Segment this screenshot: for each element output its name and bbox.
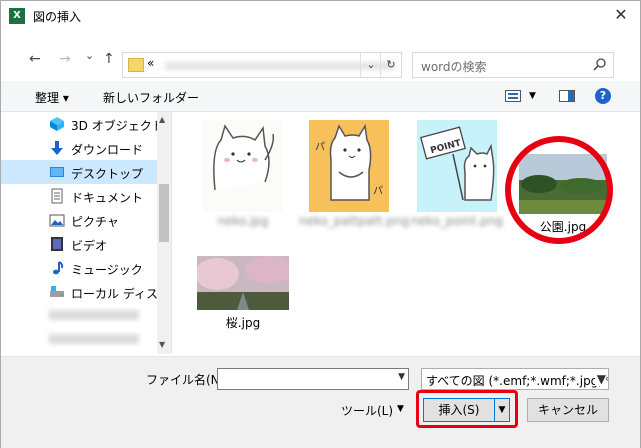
cat-point-thumbnail: POINT [417,120,497,212]
sidebar-item-downloads[interactable]: ダウンロード [1,136,157,160]
title-bar: X 図の挿入 ✕ [1,1,640,31]
navigation-bar: ← → ⌄ ↑ « ⌄ ↻ wordの検索 [1,41,640,78]
file-item[interactable]: パ パ neko_pattpatt.png [299,112,409,228]
sidebar-item-label: ダウンロード [71,143,144,157]
excel-icon: X [9,8,25,24]
highlight-rectangle [416,390,518,428]
file-item[interactable]: 桜.jpg [193,248,293,358]
cat-orange-thumbnail: パ パ [309,120,389,212]
file-name: neko.jpg [217,214,269,228]
blurred-sidebar-item [49,334,139,344]
forward-arrow-icon[interactable]: → [59,51,71,67]
scrollbar-thumb[interactable] [159,184,169,242]
refresh-icon[interactable]: ↻ [380,53,401,77]
sidebar-item-label: デスクトップ [71,167,144,181]
video-icon [51,237,63,251]
back-arrow-icon[interactable]: ← [29,51,41,67]
navigation-pane: 3D オブジェクト ダウンロード デスクトップ ドキュメント ピクチャ ビデオ … [1,112,172,354]
new-folder-button[interactable]: 新しいフォルダー [103,89,199,106]
file-name: 桜.jpg [225,316,261,330]
sidebar-item-3d-objects[interactable]: 3D オブジェクト [1,112,164,136]
desktop-icon [50,167,64,177]
sidebar-item-local-disk[interactable]: ローカル ディスク (C [1,280,171,304]
change-view-icon[interactable] [505,90,521,102]
folder-icon [128,58,144,72]
filename-input[interactable]: ▼ [217,368,409,390]
close-icon[interactable]: ✕ [608,3,634,27]
sidebar-item-label: ビデオ [71,239,108,253]
chevron-down-icon[interactable]: ▼ [594,372,606,386]
view-dropdown-icon[interactable]: ▼ [529,91,536,101]
recent-locations-icon[interactable]: ⌄ [85,49,94,62]
blurred-sidebar-item [49,310,139,320]
preview-pane-icon[interactable] [559,90,575,102]
cancel-button[interactable]: キャンセル [527,398,609,422]
sidebar-item-music[interactable]: ミュージック [1,256,157,280]
sidebar-item-label: ドキュメント [71,191,144,205]
file-type-value: すべての図 (*.emf;*.wmf;*.jpg;*.jp [426,374,609,388]
svg-text:パ: パ [315,141,325,153]
sidebar-item-desktop[interactable]: デスクトップ [1,160,157,184]
up-arrow-icon[interactable]: ↑ [103,51,115,67]
sidebar-item-videos[interactable]: ビデオ [1,232,157,256]
cat-waving-thumbnail [203,120,283,212]
search-icon[interactable] [593,57,607,71]
sidebar-item-documents[interactable]: ドキュメント [1,184,157,208]
scroll-down-icon[interactable]: ▼ [159,340,165,349]
3d-objects-icon [50,117,64,131]
bottom-panel: ファイル名(N): ▼ すべての図 (*.emf;*.wmf;*.jpg;*.j… [1,356,640,448]
dialog-title: 図の挿入 [33,10,82,24]
search-box[interactable]: wordの検索 [412,52,614,78]
sakura-thumbnail [197,256,289,310]
scroll-up-icon[interactable]: ▲ [159,115,165,124]
sidebar-item-label: ピクチャ [71,215,119,229]
tools-button[interactable]: ツール(L) [341,402,393,419]
file-type-select[interactable]: すべての図 (*.emf;*.wmf;*.jpg;*.jp ▼ [421,368,609,390]
sidebar-scrollbar[interactable]: ▲ ▼ [157,112,171,354]
music-icon [53,261,64,275]
svg-text:パ: パ [373,185,383,197]
file-item[interactable]: POINT neko_point.png [407,112,507,228]
tools-dropdown-icon[interactable]: ▼ [397,404,404,414]
file-item[interactable]: neko.jpg [193,112,293,228]
command-bar: 整理 ▾ 新しいフォルダー ▼ ? [1,81,640,112]
sidebar-item-pictures[interactable]: ピクチャ [1,208,157,232]
disk-icon [50,286,64,297]
chevron-down-icon[interactable]: ▼ [398,372,405,382]
highlight-circle [505,136,613,244]
address-dropdown-icon[interactable]: ⌄ [360,53,381,77]
sidebar-item-label: 3D オブジェクト [71,119,164,133]
address-bar[interactable]: « ⌄ ↻ [122,52,402,78]
sidebar-item-label: ミュージック [71,263,143,277]
search-placeholder: wordの検索 [421,60,487,74]
pictures-icon [49,214,65,227]
organize-button[interactable]: 整理 ▾ [35,89,69,106]
file-name: neko_pattpatt.png [299,214,410,228]
help-icon[interactable]: ? [595,88,611,104]
document-icon [51,188,63,204]
breadcrumb-overflow[interactable]: « [147,56,154,70]
download-icon [51,141,63,155]
file-name: neko_point.png [410,214,504,228]
